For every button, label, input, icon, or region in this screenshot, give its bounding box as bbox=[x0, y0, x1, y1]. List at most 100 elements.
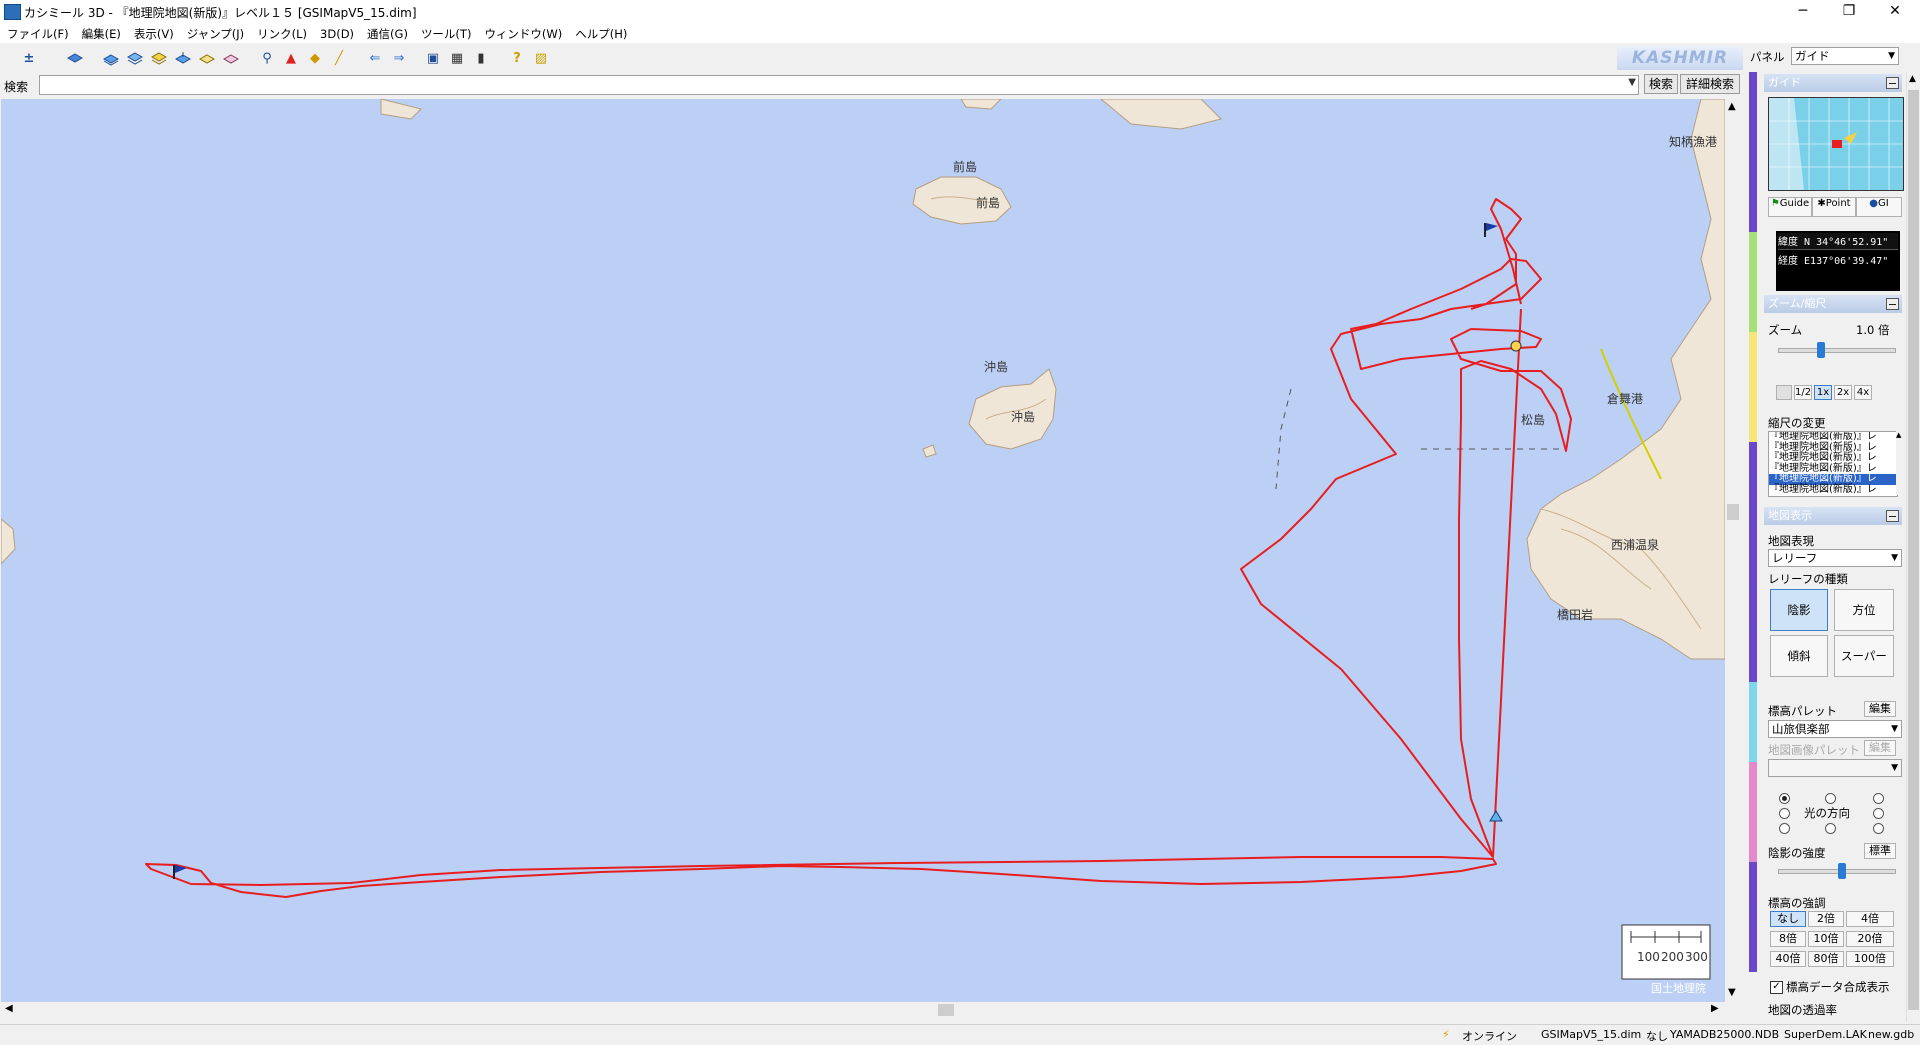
image-palette-select[interactable]: ▼ bbox=[1768, 759, 1902, 777]
tab-gi[interactable]: ●GI bbox=[1856, 197, 1902, 217]
menu-help[interactable]: ヘルプ(H) bbox=[568, 23, 633, 42]
scale-list-item[interactable]: 『地理院地図(新版)』レ bbox=[1769, 432, 1897, 443]
zoom-section-header[interactable]: ズーム/縮尺 bbox=[1764, 295, 1902, 313]
relief-shade-button[interactable]: 陰影 bbox=[1770, 589, 1828, 631]
light-direction-s[interactable] bbox=[1825, 823, 1836, 834]
emphasis-100x-button[interactable]: 100倍 bbox=[1846, 951, 1894, 967]
map-expression-select[interactable]: レリーフ ▼ bbox=[1768, 549, 1902, 567]
palette-select[interactable]: 山旅倶楽部 ▼ bbox=[1768, 720, 1902, 738]
emphasis-20x-button[interactable]: 20倍 bbox=[1846, 931, 1894, 947]
device-icon[interactable]: ▮ bbox=[472, 50, 490, 67]
close-button[interactable]: ✕ bbox=[1872, 0, 1918, 23]
help-icon[interactable]: ? bbox=[508, 50, 526, 67]
forward-icon[interactable]: ⇒ bbox=[390, 50, 408, 67]
collapse-icon[interactable] bbox=[1886, 510, 1899, 522]
menu-link[interactable]: リンク(L) bbox=[250, 23, 313, 42]
zoom-slider[interactable] bbox=[1778, 342, 1896, 358]
palette-edit-button[interactable]: 編集 bbox=[1864, 701, 1896, 717]
layer-add-icon[interactable] bbox=[102, 50, 120, 67]
panel-select[interactable]: ガイド ▼ bbox=[1791, 47, 1899, 65]
zoom-half-button[interactable]: 1/2 bbox=[1794, 385, 1812, 400]
layer-pink-icon[interactable] bbox=[222, 50, 240, 67]
minimize-button[interactable]: ─ bbox=[1780, 0, 1826, 23]
menu-window[interactable]: ウィンドウ(W) bbox=[477, 23, 568, 42]
layer-down-icon[interactable] bbox=[174, 50, 192, 67]
chevron-down-icon[interactable]: ▼ bbox=[1628, 77, 1636, 88]
menu-comm[interactable]: 通信(G) bbox=[360, 23, 414, 42]
light-direction-n[interactable] bbox=[1825, 793, 1836, 804]
layer-yellow-icon[interactable] bbox=[150, 50, 168, 67]
relief-aspect-button[interactable]: 方位 bbox=[1834, 589, 1894, 631]
back-icon[interactable]: ⇐ bbox=[366, 50, 384, 67]
vscroll-thumb[interactable] bbox=[1727, 504, 1739, 520]
search-button[interactable]: 検索 bbox=[1644, 74, 1678, 94]
relief-slope-button[interactable]: 傾斜 bbox=[1770, 635, 1828, 677]
light-direction-ne[interactable] bbox=[1873, 793, 1884, 804]
panel-scrollbar[interactable]: ▲ bbox=[1906, 72, 1920, 1022]
tool-icon[interactable]: ▨ bbox=[532, 50, 550, 67]
zoom-search-icon[interactable]: ± bbox=[20, 50, 38, 67]
scroll-right-icon[interactable]: ▶ bbox=[1711, 1003, 1719, 1014]
menu-3d[interactable]: 3D(D) bbox=[313, 24, 360, 41]
shade-strength-slider[interactable] bbox=[1778, 863, 1896, 879]
photo-icon[interactable]: ▦ bbox=[448, 50, 466, 67]
emphasis-4x-button[interactable]: 4倍 bbox=[1846, 911, 1894, 927]
panel-scrollbar-thumb[interactable] bbox=[1908, 90, 1919, 1010]
layer-edit-icon[interactable] bbox=[198, 50, 216, 67]
binoculars-icon[interactable]: ⚲ bbox=[258, 50, 276, 67]
scale-list-item[interactable]: 『地理院地図(新版)』レ bbox=[1769, 484, 1897, 496]
scale-list[interactable]: 『地理院地図(新版)』レ 『地理院地図(新版)』レ 『地理院地図(新版)』レ 『… bbox=[1768, 431, 1898, 497]
ruler-icon[interactable]: ╱ bbox=[330, 50, 348, 67]
map-horizontal-scrollbar[interactable]: ◀ ▶ bbox=[1, 1002, 1725, 1019]
scale-list-scrollbar[interactable]: ▲ bbox=[1896, 431, 1905, 495]
scale-list-item[interactable]: 『地理院地図(新版)』レ bbox=[1769, 452, 1897, 464]
zoom-preset-blank[interactable] bbox=[1776, 385, 1792, 400]
relief-super-button[interactable]: スーパー bbox=[1834, 635, 1894, 677]
layer-stack-icon[interactable] bbox=[126, 50, 144, 67]
zoom-4x-button[interactable]: 4x bbox=[1854, 385, 1872, 400]
light-direction-w[interactable] bbox=[1779, 808, 1790, 819]
gps-icon[interactable]: ▣ bbox=[424, 50, 442, 67]
shade-standard-button[interactable]: 標準 bbox=[1864, 843, 1896, 859]
tab-guide[interactable]: ⚑Guide bbox=[1768, 197, 1812, 217]
map-view[interactable]: 前島 前島 沖島 沖島 知柄漁港 倉舞港 松島 西浦温泉 橋田岩 100 200… bbox=[1, 99, 1725, 1002]
menu-edit[interactable]: 編集(E) bbox=[75, 23, 127, 42]
search-input[interactable]: ▼ bbox=[39, 75, 1639, 95]
zoom-2x-button[interactable]: 2x bbox=[1834, 385, 1852, 400]
collapse-icon[interactable] bbox=[1886, 77, 1899, 89]
tab-point[interactable]: ✱Point bbox=[1812, 197, 1856, 217]
scale-list-item-selected[interactable]: 『地理院地図(新版)』レ bbox=[1769, 473, 1897, 485]
light-direction-se[interactable] bbox=[1873, 823, 1884, 834]
waypoint-icon[interactable]: ▲ bbox=[282, 50, 300, 67]
route-icon[interactable]: ◆ bbox=[306, 50, 324, 67]
emphasis-40x-button[interactable]: 40倍 bbox=[1770, 951, 1806, 967]
map-display-section-header[interactable]: 地図表示 bbox=[1764, 507, 1902, 525]
layer-icon[interactable] bbox=[66, 50, 84, 67]
emphasis-80x-button[interactable]: 80倍 bbox=[1808, 951, 1844, 967]
emphasis-8x-button[interactable]: 8倍 bbox=[1770, 931, 1806, 947]
zoom-slider-thumb[interactable] bbox=[1816, 342, 1825, 358]
guide-section-header[interactable]: ガイド bbox=[1764, 74, 1902, 92]
scroll-down-icon[interactable]: ▼ bbox=[1728, 987, 1736, 998]
advanced-search-button[interactable]: 詳細検索 bbox=[1680, 74, 1740, 94]
menu-tools[interactable]: ツール(T) bbox=[414, 23, 478, 42]
image-palette-edit-button[interactable]: 編集 bbox=[1864, 740, 1896, 756]
collapse-icon[interactable] bbox=[1886, 298, 1899, 310]
menu-view[interactable]: 表示(V) bbox=[127, 23, 180, 42]
menu-jump[interactable]: ジャンプ(J) bbox=[180, 23, 250, 42]
light-direction-sw[interactable] bbox=[1779, 823, 1790, 834]
zoom-1x-button[interactable]: 1x bbox=[1814, 385, 1832, 400]
emphasis-none-button[interactable]: なし bbox=[1770, 911, 1806, 927]
shade-slider-thumb[interactable] bbox=[1838, 863, 1847, 879]
guide-minimap[interactable] bbox=[1768, 97, 1904, 191]
emphasis-2x-button[interactable]: 2倍 bbox=[1808, 911, 1844, 927]
hscroll-thumb[interactable] bbox=[938, 1004, 954, 1016]
scroll-up-icon[interactable]: ▲ bbox=[1728, 101, 1736, 112]
scroll-left-icon[interactable]: ◀ bbox=[5, 1003, 13, 1014]
scroll-up-icon[interactable]: ▲ bbox=[1909, 74, 1916, 84]
light-direction-e[interactable] bbox=[1873, 808, 1884, 819]
emphasis-10x-button[interactable]: 10倍 bbox=[1808, 931, 1844, 947]
menu-file[interactable]: ファイル(F) bbox=[0, 23, 75, 42]
map-vertical-scrollbar[interactable]: ▲ ▼ bbox=[1725, 99, 1742, 1002]
light-direction-nw[interactable] bbox=[1779, 793, 1790, 804]
